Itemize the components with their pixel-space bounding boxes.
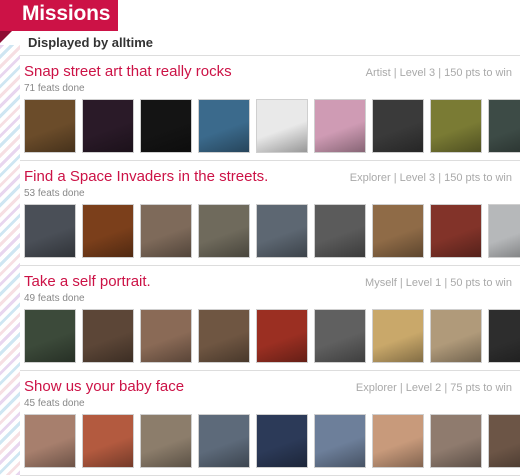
photo-thumbnail[interactable] (140, 309, 192, 363)
mission-card[interactable]: Find a Space Invaders in the streets. Ex… (20, 161, 520, 266)
photo-thumbnail[interactable] (314, 309, 366, 363)
photo-thumbnail[interactable] (488, 204, 520, 258)
photo-thumbnail[interactable] (488, 309, 520, 363)
photo-thumbnail[interactable] (198, 309, 250, 363)
photo-thumbnail[interactable] (430, 204, 482, 258)
photo-thumbnail[interactable] (198, 204, 250, 258)
mission-meta: Artist | Level 3 | 150 pts to win (365, 67, 512, 79)
photo-thumbnail[interactable] (488, 99, 520, 153)
mission-title-link[interactable]: Show us your baby face (24, 378, 184, 395)
thumbnail-strip (24, 414, 520, 470)
mission-title-link[interactable]: Snap street art that really rocks (24, 63, 232, 80)
mission-feats-count: 71 feats done (24, 83, 85, 94)
photo-thumbnail[interactable] (372, 309, 424, 363)
photo-thumbnail[interactable] (372, 414, 424, 468)
photo-thumbnail[interactable] (430, 309, 482, 363)
photo-thumbnail[interactable] (256, 309, 308, 363)
photo-thumbnail[interactable] (314, 414, 366, 468)
thumbnail-strip (24, 204, 520, 260)
photo-thumbnail[interactable] (430, 99, 482, 153)
photo-thumbnail[interactable] (314, 99, 366, 153)
photo-thumbnail[interactable] (430, 414, 482, 468)
mission-title-link[interactable]: Find a Space Invaders in the streets. (24, 168, 268, 185)
mission-meta: Myself | Level 1 | 50 pts to win (365, 277, 512, 289)
photo-thumbnail[interactable] (256, 99, 308, 153)
mission-card[interactable]: Snap street art that really rocks Artist… (20, 56, 520, 161)
photo-thumbnail[interactable] (198, 414, 250, 468)
mission-feats-count: 45 feats done (24, 398, 85, 409)
photo-thumbnail[interactable] (488, 414, 520, 468)
photo-thumbnail[interactable] (140, 204, 192, 258)
decorative-stripes (0, 45, 20, 475)
photo-thumbnail[interactable] (256, 204, 308, 258)
photo-thumbnail[interactable] (24, 414, 76, 468)
photo-thumbnail[interactable] (82, 99, 134, 153)
mission-feats-count: 49 feats done (24, 293, 85, 304)
photo-thumbnail[interactable] (198, 99, 250, 153)
thumbnail-strip (24, 99, 520, 155)
mission-meta: Explorer | Level 3 | 150 pts to win (349, 172, 512, 184)
photo-thumbnail[interactable] (140, 99, 192, 153)
photo-thumbnail[interactable] (24, 309, 76, 363)
photo-thumbnail[interactable] (372, 99, 424, 153)
sort-label: Displayed by alltime (28, 35, 153, 50)
missions-header-tab: Missions (0, 0, 118, 43)
page-title: Missions (22, 2, 111, 25)
photo-thumbnail[interactable] (82, 204, 134, 258)
photo-thumbnail[interactable] (140, 414, 192, 468)
mission-card[interactable]: Show us your baby face Explorer | Level … (20, 371, 520, 476)
mission-title-link[interactable]: Take a self portrait. (24, 273, 151, 290)
photo-thumbnail[interactable] (314, 204, 366, 258)
mission-card[interactable]: Take a self portrait. Myself | Level 1 |… (20, 266, 520, 371)
photo-thumbnail[interactable] (82, 414, 134, 468)
mission-feats-count: 53 feats done (24, 188, 85, 199)
photo-thumbnail[interactable] (24, 99, 76, 153)
photo-thumbnail[interactable] (24, 204, 76, 258)
photo-thumbnail[interactable] (372, 204, 424, 258)
photo-thumbnail[interactable] (82, 309, 134, 363)
thumbnail-strip (24, 309, 520, 365)
photo-thumbnail[interactable] (256, 414, 308, 468)
mission-meta: Explorer | Level 2 | 75 pts to win (355, 382, 512, 394)
